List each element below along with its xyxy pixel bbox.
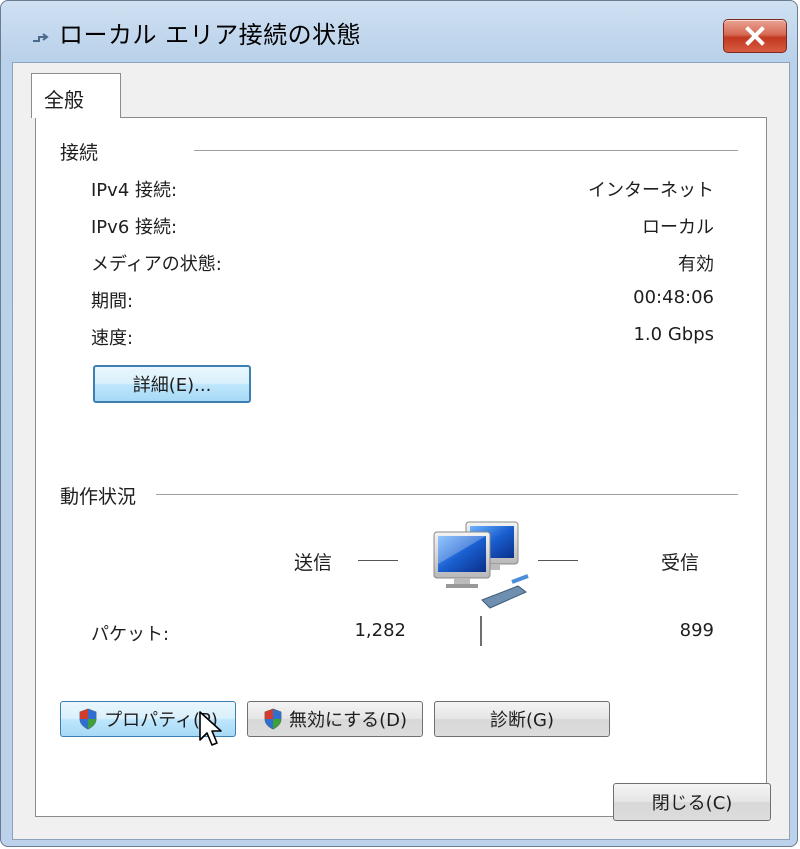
- dialog-client-area: 全般 接続 IPv4 接続: インターネット IPv6 接続: ローカル メディ…: [12, 62, 790, 840]
- mouse-pointer-icon: [199, 711, 222, 746]
- network-computers-icon: [433, 521, 529, 609]
- speed-label: 速度:: [91, 328, 134, 349]
- tab-label: 全般: [44, 88, 84, 112]
- dialog-window: ローカル エリア接続の状態 全般 接続 IPv4 接続: インターネット IPv…: [0, 0, 798, 847]
- ipv6-value: ローカル: [642, 217, 714, 238]
- title-bar[interactable]: ローカル エリア接続の状態: [1, 1, 799, 63]
- network-icon: [33, 33, 49, 42]
- window-title: ローカル エリア接続の状態: [59, 21, 362, 49]
- uac-shield-icon: [79, 708, 97, 730]
- media-state-label: メディアの状態:: [91, 254, 222, 275]
- uac-shield-icon: [264, 708, 282, 730]
- tab-panel-general: 接続 IPv4 接続: インターネット IPv6 接続: ローカル メディアの状…: [35, 117, 767, 817]
- connection-group-title: 接続: [60, 138, 103, 165]
- diagnose-button[interactable]: 診断(G): [434, 701, 610, 737]
- ipv4-value: インターネット: [588, 180, 714, 201]
- media-state-value: 有効: [678, 254, 714, 275]
- close-icon: [745, 26, 765, 46]
- packets-sent-value: 1,282: [354, 620, 406, 641]
- sent-dash: [358, 560, 398, 561]
- group-divider: [156, 494, 738, 495]
- received-label: 受信: [661, 552, 700, 574]
- details-button[interactable]: 詳細(E)...: [93, 365, 251, 403]
- packets-received-value: 899: [679, 620, 714, 641]
- close-button[interactable]: 閉じる(C): [613, 783, 771, 821]
- ipv6-label: IPv6 接続:: [91, 217, 178, 238]
- disable-button[interactable]: 無効にする(D): [247, 701, 423, 737]
- received-dash: [538, 560, 578, 561]
- duration-value: 00:48:06: [633, 287, 714, 308]
- group-divider: [194, 150, 738, 151]
- speed-value: 1.0 Gbps: [633, 324, 714, 345]
- sent-label: 送信: [294, 552, 333, 574]
- duration-label: 期間:: [91, 291, 134, 312]
- tab-general[interactable]: 全般: [31, 73, 121, 118]
- disable-button-label: 無効にする(D): [288, 710, 408, 731]
- ipv4-label: IPv4 接続:: [91, 180, 178, 201]
- close-window-button[interactable]: [723, 19, 787, 53]
- activity-group-title: 動作状況: [60, 482, 141, 509]
